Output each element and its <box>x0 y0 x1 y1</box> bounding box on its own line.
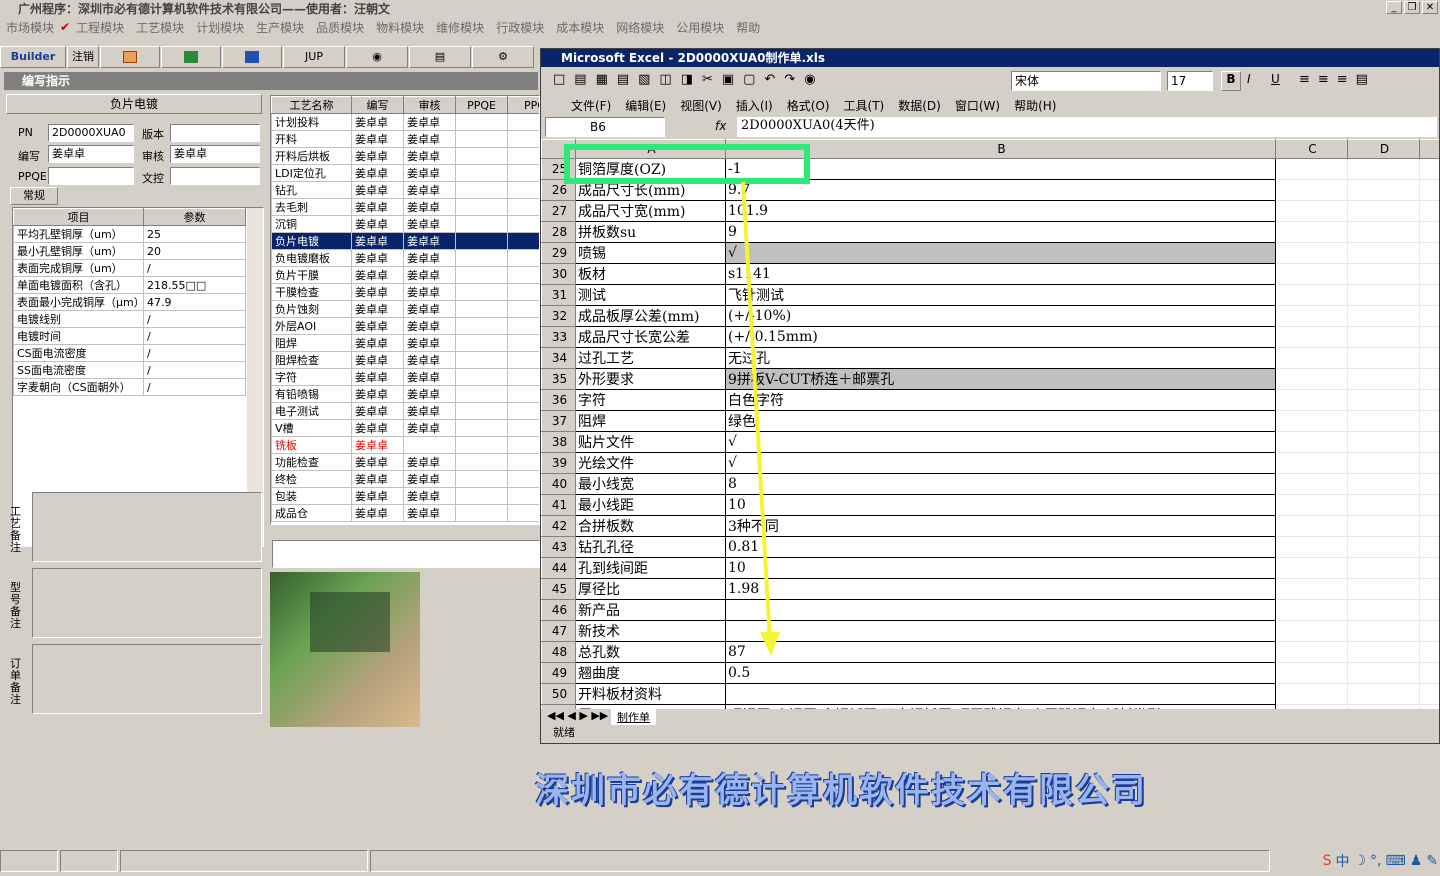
highlight-box <box>564 144 810 184</box>
wrench-icon[interactable]: ✎ <box>1426 853 1438 869</box>
main-statusbar <box>0 846 1440 876</box>
moon-icon[interactable]: ☽ <box>1353 853 1366 869</box>
sogou-icon[interactable]: S <box>1323 853 1332 869</box>
ime-zh-icon[interactable]: 中 <box>1335 851 1349 871</box>
arrow-head <box>760 632 780 656</box>
annotation-arrow <box>741 181 772 641</box>
annotation-overlay <box>564 144 810 656</box>
keyboard-icon[interactable]: ⌨ <box>1385 853 1405 869</box>
user-icon[interactable]: ♟ <box>1410 853 1423 869</box>
punct-icon[interactable]: °, <box>1370 853 1381 869</box>
ime-toolbar[interactable]: S 中 ☽ °, ⌨ ♟ ✎ <box>1323 851 1438 871</box>
